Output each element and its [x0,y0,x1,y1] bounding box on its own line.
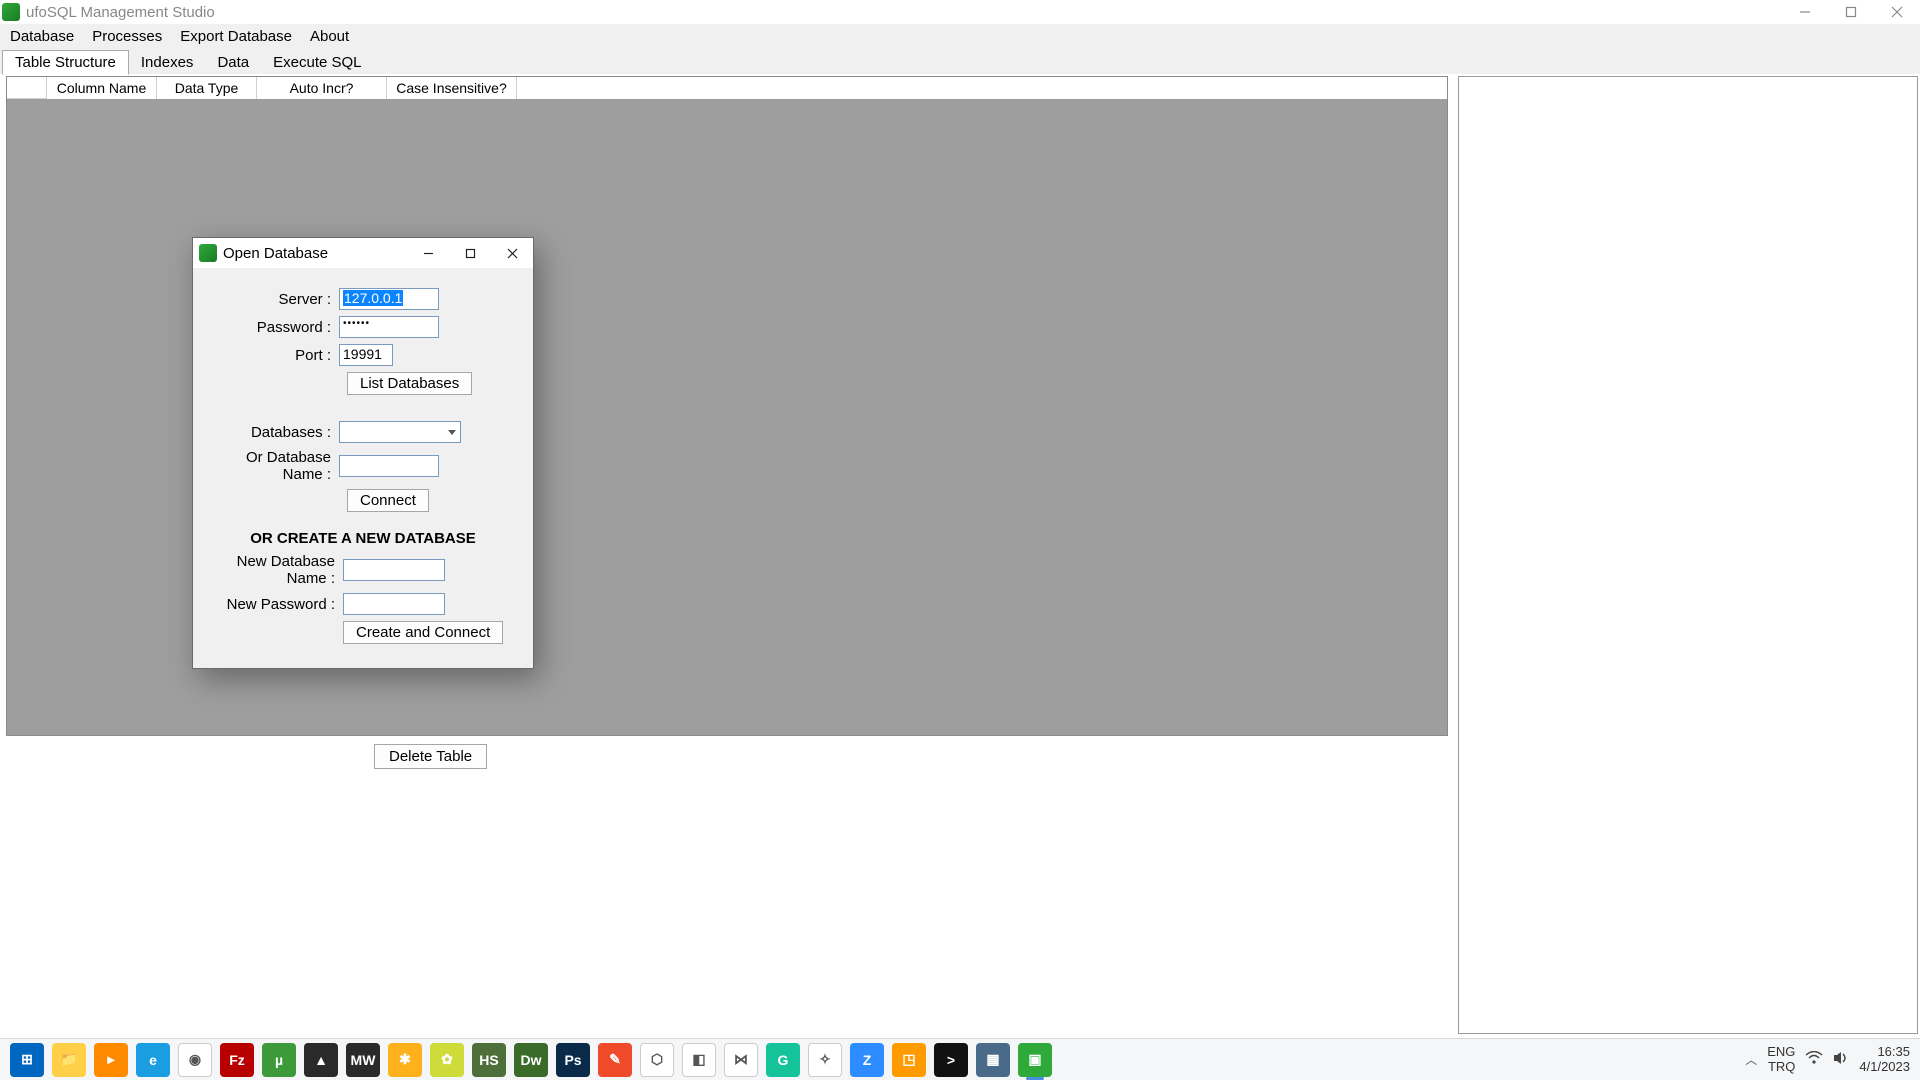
menubar: Database Processes Export Database About [0,24,1920,48]
dialog-titlebar[interactable]: Open Database [193,238,533,268]
calculator-icon[interactable]: ▦ [976,1043,1010,1077]
menu-about[interactable]: About [310,28,349,45]
tray-lang1[interactable]: ENG [1767,1045,1795,1059]
photoshop-icon[interactable]: Ps [556,1043,590,1077]
app-icon-4[interactable]: ✿ [430,1043,464,1077]
close-button[interactable] [1874,0,1920,24]
label-new-password: New Password : [209,596,343,613]
label-new-db-name: New Database Name : [209,553,343,587]
app-icon-8[interactable]: ✧ [808,1043,842,1077]
connect-button[interactable]: Connect [347,489,429,512]
app-icon-5[interactable]: ✎ [598,1043,632,1077]
tray-overflow-icon[interactable]: ︿ [1745,1051,1757,1068]
window-title: ufoSQL Management Studio [26,4,215,21]
table-structure-grid[interactable]: Column Name Data Type Auto Incr? Case In… [6,76,1448,736]
menu-database[interactable]: Database [10,28,74,45]
dialog-title: Open Database [223,245,328,262]
tab-execute-sql[interactable]: Execute SQL [261,51,373,74]
app-icon-2[interactable]: MW [346,1043,380,1077]
app-icon [2,3,20,21]
ufosql-taskbar-icon[interactable]: ▣ [1018,1043,1052,1077]
tray-date[interactable]: 4/1/2023 [1859,1060,1910,1074]
tab-data[interactable]: Data [205,51,261,74]
grid-col-column-name[interactable]: Column Name [47,77,157,99]
databases-combobox[interactable] [339,421,461,443]
volume-icon[interactable] [1833,1051,1849,1068]
grammarly-icon[interactable]: G [766,1043,800,1077]
tab-table-structure[interactable]: Table Structure [2,50,129,75]
new-database-name-input[interactable] [343,559,445,581]
create-and-connect-button[interactable]: Create and Connect [343,621,503,644]
wifi-icon[interactable] [1805,1051,1823,1068]
zoom-icon[interactable]: Z [850,1043,884,1077]
edge-icon[interactable]: e [136,1043,170,1077]
grid-col-auto-incr[interactable]: Auto Incr? [257,77,387,99]
dialog-close-button[interactable] [491,238,533,268]
app-icon-3[interactable]: ✱ [388,1043,422,1077]
visual-studio-icon[interactable]: ⋈ [724,1043,758,1077]
tray-lang2[interactable]: TRQ [1768,1060,1795,1074]
create-new-db-header: OR CREATE A NEW DATABASE [209,530,517,547]
label-password: Password : [209,319,339,336]
label-or-db-name: Or Database Name : [209,449,339,483]
app-icon-7[interactable]: ◧ [682,1043,716,1077]
list-databases-button[interactable]: List Databases [347,372,472,395]
media-player-icon[interactable]: ▸ [94,1043,128,1077]
heidisql-icon[interactable]: HS [472,1043,506,1077]
grid-header-row: Column Name Data Type Auto Incr? Case In… [7,77,1447,99]
tab-indexes[interactable]: Indexes [129,51,206,74]
maximize-button[interactable] [1828,0,1874,24]
dialog-app-icon [199,244,217,262]
grid-col-data-type[interactable]: Data Type [157,77,257,99]
terminal-icon[interactable]: > [934,1043,968,1077]
dialog-minimize-button[interactable] [407,238,449,268]
app-icon-9[interactable]: ◳ [892,1043,926,1077]
right-side-panel [1458,76,1918,1034]
label-databases: Databases : [209,424,339,441]
minimize-button[interactable] [1782,0,1828,24]
chrome-icon[interactable]: ◉ [178,1043,212,1077]
grid-col-case-insensitive[interactable]: Case Insensitive? [387,77,517,99]
app-icon-6[interactable]: ⬡ [640,1043,674,1077]
menu-processes[interactable]: Processes [92,28,162,45]
dialog-maximize-button[interactable] [449,238,491,268]
dreamweaver-icon[interactable]: Dw [514,1043,548,1077]
or-database-name-input[interactable] [339,455,439,477]
filezilla-icon[interactable]: Fz [220,1043,254,1077]
utorrent-icon[interactable]: µ [262,1043,296,1077]
delete-table-button[interactable]: Delete Table [374,744,487,769]
tray-time[interactable]: 16:35 [1877,1045,1910,1059]
new-password-input[interactable] [343,593,445,615]
app-icon-1[interactable]: ▲ [304,1043,338,1077]
menu-export-database[interactable]: Export Database [180,28,292,45]
label-server: Server : [209,291,339,308]
start-icon[interactable]: ⊞ [10,1043,44,1077]
taskbar: ⊞📁▸e◉Fzµ▲MW✱✿HSDwPs✎⬡◧⋈G✧Z◳>▦▣ ︿ ENG TRQ… [0,1038,1920,1080]
file-explorer-icon[interactable]: 📁 [52,1043,86,1077]
open-database-dialog: Open Database [192,237,534,669]
server-input[interactable]: 127.0.0.1 [339,288,439,310]
grid-row-header [7,77,47,99]
tabbar: Table Structure Indexes Data Execute SQL [0,48,1920,74]
main-titlebar: ufoSQL Management Studio [0,0,1920,24]
label-port: Port : [209,347,339,364]
port-input[interactable]: 19991 [339,344,393,366]
password-input[interactable]: •••••• [339,316,439,338]
